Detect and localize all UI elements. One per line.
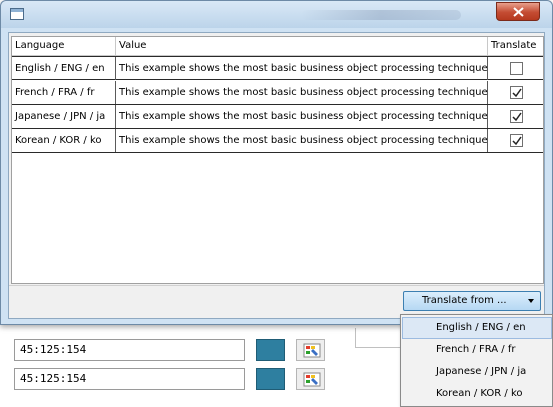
header-translate[interactable]: Translate (488, 37, 543, 56)
footer-divider (9, 285, 544, 286)
check-icon (512, 136, 522, 146)
translate-cell (488, 81, 543, 104)
table-header: Language Value Translate (12, 37, 543, 56)
menu-item-french[interactable]: French / FRA / fr (402, 339, 552, 361)
background-divider (355, 328, 400, 348)
title-text-obscured (301, 10, 461, 20)
translate-cell (488, 57, 543, 80)
value-cell[interactable]: This example shows the most basic busine… (116, 81, 488, 104)
translation-table: Language Value Translate English / ENG /… (11, 36, 544, 284)
menu-item-korean[interactable]: Korean / KOR / ko (402, 383, 552, 405)
table-row[interactable]: Japanese / JPN / ja This example shows t… (12, 105, 543, 129)
color-picker-icon (303, 343, 321, 358)
chevron-down-icon (528, 299, 534, 303)
translate-checkbox[interactable] (510, 86, 523, 99)
language-cell: French / FRA / fr (12, 81, 116, 104)
translate-from-menu: English / ENG / en French / FRA / fr Jap… (400, 314, 553, 407)
dialog-client-area: Language Value Translate English / ENG /… (8, 32, 545, 319)
color-value-field-2[interactable]: 45:125:154 (14, 368, 245, 390)
translate-checkbox[interactable] (510, 62, 523, 75)
close-button[interactable] (496, 2, 540, 21)
color-swatch-2[interactable] (256, 368, 285, 390)
translation-dialog: Language Value Translate English / ENG /… (0, 0, 553, 325)
value-cell[interactable]: This example shows the most basic busine… (116, 129, 488, 152)
translate-from-label: Translate from ... (422, 295, 507, 306)
language-cell: English / ENG / en (12, 57, 116, 80)
value-cell[interactable]: This example shows the most basic busine… (116, 57, 488, 80)
color-picker-button-2[interactable] (296, 368, 325, 390)
check-icon (512, 88, 522, 98)
translate-cell (488, 129, 543, 152)
language-cell: Japanese / JPN / ja (12, 105, 116, 128)
language-cell: Korean / KOR / ko (12, 129, 116, 152)
menu-item-english[interactable]: English / ENG / en (402, 317, 552, 339)
header-language[interactable]: Language (12, 37, 116, 56)
title-bar[interactable] (1, 1, 552, 28)
window-icon (10, 8, 24, 20)
translate-cell (488, 105, 543, 128)
color-picker-button-1[interactable] (296, 339, 325, 361)
color-picker-icon (303, 372, 321, 387)
table-row[interactable]: English / ENG / en This example shows th… (12, 56, 543, 80)
color-value-field-1[interactable]: 45:125:154 (14, 339, 245, 361)
check-icon (512, 112, 522, 122)
close-icon (513, 7, 524, 17)
table-row[interactable]: French / FRA / fr This example shows the… (12, 81, 543, 105)
value-cell[interactable]: This example shows the most basic busine… (116, 105, 488, 128)
color-swatch-1[interactable] (256, 339, 285, 361)
translate-checkbox[interactable] (510, 134, 523, 147)
translate-checkbox[interactable] (510, 110, 523, 123)
menu-item-japanese[interactable]: Japanese / JPN / ja (402, 361, 552, 383)
header-value[interactable]: Value (116, 37, 488, 56)
table-row[interactable]: Korean / KOR / ko This example shows the… (12, 129, 543, 153)
translate-from-button[interactable]: Translate from ... (403, 291, 541, 311)
